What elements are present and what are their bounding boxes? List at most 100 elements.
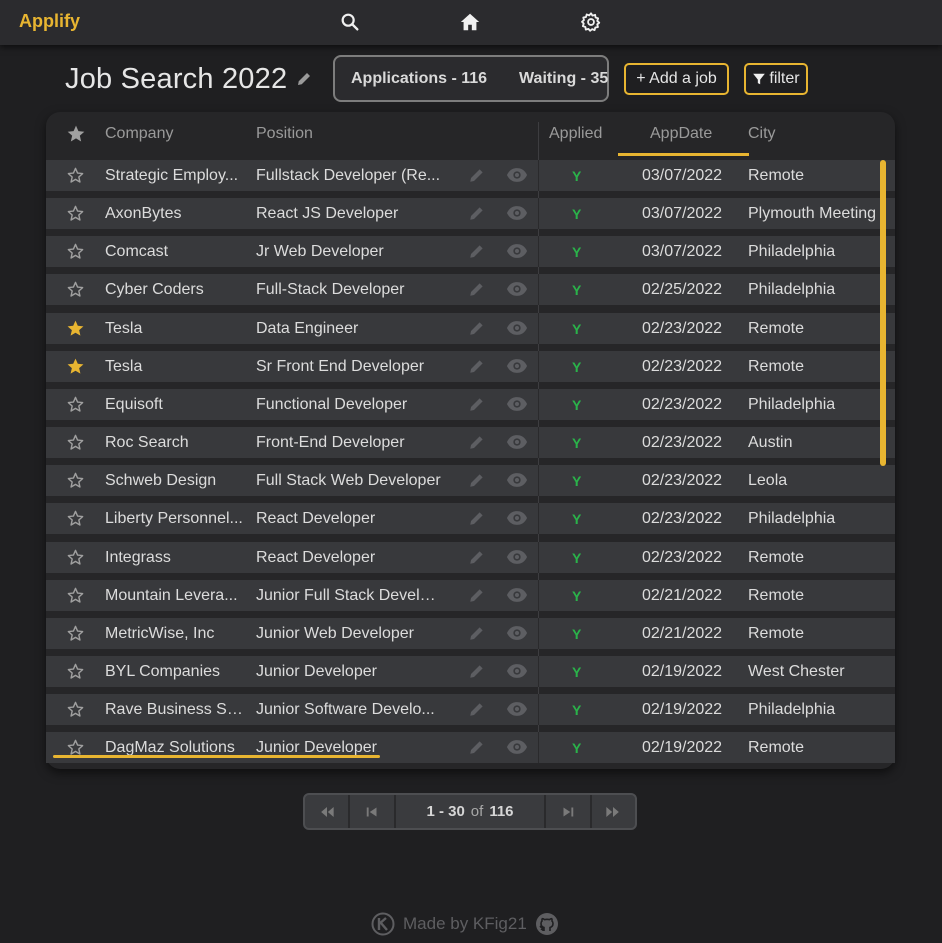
edit-pencil-icon[interactable] xyxy=(468,204,486,222)
star-outline-icon[interactable] xyxy=(66,395,85,414)
eye-view-icon[interactable] xyxy=(506,509,528,527)
star-outline-icon[interactable] xyxy=(66,204,85,223)
last-page-button[interactable] xyxy=(589,795,635,828)
table-row[interactable]: MetricWise, Inc Junior Web Developer Y 02/2… xyxy=(46,617,895,649)
column-header-appdate[interactable]: AppDate xyxy=(650,125,712,143)
gear-icon[interactable] xyxy=(580,11,602,33)
column-header-city[interactable]: City xyxy=(748,125,776,143)
star-outline-icon[interactable] xyxy=(66,700,85,719)
city-cell: Remote xyxy=(748,167,805,184)
table-row[interactable]: Strategic Employ... Fullstack Developer (… xyxy=(46,160,895,191)
star-outline-icon[interactable] xyxy=(66,586,85,605)
table-row[interactable]: Cyber Coders Full-Stack Developer Y 02/25/2… xyxy=(46,274,895,306)
star-outline-icon[interactable] xyxy=(66,242,85,261)
applied-cell: Y xyxy=(572,511,582,528)
edit-pencil-icon[interactable] xyxy=(468,548,486,566)
eye-view-icon[interactable] xyxy=(506,586,528,604)
table-row[interactable]: Comcast Jr Web Developer Y 03/07/2022 Philad… xyxy=(46,236,895,268)
table-row[interactable]: Rave Business Sy... Junior Software Devel… xyxy=(46,694,895,726)
edit-pencil-icon[interactable] xyxy=(468,586,486,604)
eye-view-icon[interactable] xyxy=(506,280,528,298)
star-column-icon[interactable] xyxy=(66,124,86,144)
edit-pencil-icon[interactable] xyxy=(468,700,486,718)
eye-view-icon[interactable] xyxy=(506,357,528,375)
appdate-cell: 02/23/2022 xyxy=(642,472,723,490)
first-page-button[interactable] xyxy=(305,795,351,828)
position-cell: Full-Stack Developer xyxy=(256,281,405,299)
table-row[interactable]: Equisoft Functional Developer Y 02/23/2022 P… xyxy=(46,388,895,420)
star-outline-icon[interactable] xyxy=(66,662,85,681)
table-row[interactable]: Schweb Design Full Stack Web Developer Y 02… xyxy=(46,465,895,497)
star-outline-icon[interactable] xyxy=(66,471,85,490)
edit-title-pencil-icon[interactable] xyxy=(295,70,313,88)
applied-cell: Y xyxy=(572,358,582,375)
applied-cell: Y xyxy=(572,396,582,413)
eye-view-icon[interactable] xyxy=(506,395,528,413)
table-row[interactable]: Liberty Personnel... React Developer Y 02/2… xyxy=(46,503,895,535)
search-icon[interactable] xyxy=(339,11,361,33)
column-header-company[interactable]: Company xyxy=(105,125,173,143)
filter-button[interactable]: filter xyxy=(744,63,808,95)
table-row[interactable]: Mountain Levera... Junior Full Stack Deve… xyxy=(46,579,895,611)
star-outline-icon[interactable] xyxy=(66,509,85,528)
appdate-cell: 02/19/2022 xyxy=(642,701,723,719)
eye-view-icon[interactable] xyxy=(506,548,528,566)
row-column-divider xyxy=(538,465,539,497)
eye-view-icon[interactable] xyxy=(506,662,528,680)
star-outline-icon[interactable] xyxy=(66,548,85,567)
star-outline-icon[interactable] xyxy=(66,624,85,643)
edit-pencil-icon[interactable] xyxy=(468,662,486,680)
star-filled-icon[interactable] xyxy=(66,319,85,338)
star-outline-icon[interactable] xyxy=(66,280,85,299)
edit-pencil-icon[interactable] xyxy=(468,471,486,489)
add-job-button[interactable]: + Add a job xyxy=(624,63,729,95)
sort-indicator xyxy=(618,153,749,156)
table-row[interactable]: DagMaz Solutions Junior Developer Y 02/19/2… xyxy=(46,732,895,764)
column-header-applied[interactable]: Applied xyxy=(549,125,602,143)
city-cell: Philadelphia xyxy=(748,510,836,528)
edit-pencil-icon[interactable] xyxy=(468,319,486,337)
github-icon[interactable] xyxy=(535,912,559,936)
appdate-cell: 03/07/2022 xyxy=(642,167,723,184)
eye-view-icon[interactable] xyxy=(506,319,528,337)
edit-pencil-icon[interactable] xyxy=(468,166,486,184)
column-header-position[interactable]: Position xyxy=(256,125,313,143)
edit-pencil-icon[interactable] xyxy=(468,738,486,756)
row-column-divider xyxy=(538,160,539,191)
edit-pencil-icon[interactable] xyxy=(468,509,486,527)
eye-view-icon[interactable] xyxy=(506,433,528,451)
star-filled-icon[interactable] xyxy=(66,357,85,376)
edit-pencil-icon[interactable] xyxy=(468,624,486,642)
page-of-label: of xyxy=(470,803,484,820)
table-row[interactable]: Tesla Sr Front End Developer Y 02/23/2022 Re… xyxy=(46,350,895,382)
eye-view-icon[interactable] xyxy=(506,242,528,260)
table-row[interactable]: Roc Search Front-End Developer Y 02/23/2022… xyxy=(46,427,895,459)
eye-view-icon[interactable] xyxy=(506,700,528,718)
prev-page-button[interactable] xyxy=(350,795,396,828)
home-icon[interactable] xyxy=(459,11,481,33)
footer-credit[interactable]: Made by KFig21 xyxy=(403,914,527,934)
table-row[interactable]: Integrass React Developer Y 02/23/2022 Remot… xyxy=(46,541,895,573)
edit-pencil-icon[interactable] xyxy=(468,242,486,260)
page-total: 116 xyxy=(489,803,514,820)
eye-view-icon[interactable] xyxy=(506,204,528,222)
eye-view-icon[interactable] xyxy=(506,624,528,642)
eye-view-icon[interactable] xyxy=(506,471,528,489)
next-page-button[interactable] xyxy=(544,795,589,828)
edit-pencil-icon[interactable] xyxy=(468,357,486,375)
appdate-cell: 02/23/2022 xyxy=(642,357,723,375)
table-header: Company Position Applied AppDate City xyxy=(46,112,895,157)
table-row[interactable]: Tesla Data Engineer Y 02/23/2022 Remote xyxy=(46,312,895,344)
eye-view-icon[interactable] xyxy=(506,166,528,184)
skip-back-icon xyxy=(366,807,377,816)
star-outline-icon[interactable] xyxy=(66,433,85,452)
table-row[interactable]: BYL Companies Junior Developer Y 02/19/2022… xyxy=(46,655,895,687)
app-brand[interactable]: Applify xyxy=(19,11,80,32)
edit-pencil-icon[interactable] xyxy=(468,280,486,298)
scrollbar[interactable] xyxy=(880,160,886,466)
edit-pencil-icon[interactable] xyxy=(468,433,486,451)
eye-view-icon[interactable] xyxy=(506,738,528,756)
table-row[interactable]: AxonBytes React JS Developer Y 03/07/2022 Pl… xyxy=(46,198,895,230)
edit-pencil-icon[interactable] xyxy=(468,395,486,413)
star-outline-icon[interactable] xyxy=(66,166,85,185)
